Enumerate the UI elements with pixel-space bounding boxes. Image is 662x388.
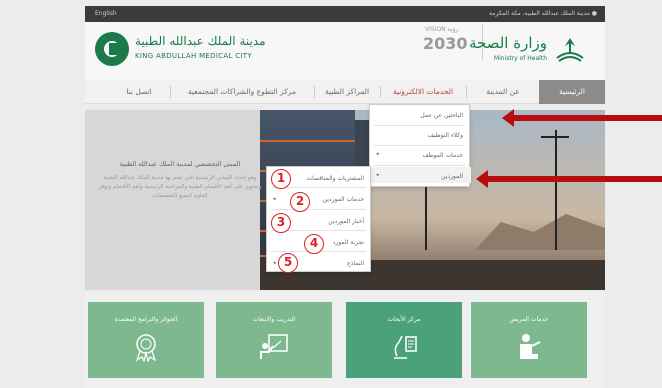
menu-item-suppliers[interactable]: الموردين xyxy=(441,173,463,180)
location-text: ● مدينة الملك عبدالله الطبية، مكة المكرم… xyxy=(489,10,597,17)
nav-home[interactable]: الرئيسية xyxy=(539,80,605,104)
menu-item-employee-services[interactable]: خدمات الموظف xyxy=(422,152,463,159)
nav-medical-centers[interactable]: المراكز الطبية xyxy=(315,80,379,104)
slider-dots[interactable] xyxy=(543,284,583,287)
chevron-left-icon: ◂ xyxy=(376,151,379,157)
annotation-number-5: 5 xyxy=(278,253,298,273)
training-board-icon xyxy=(260,334,288,359)
top-bar: English ● مدينة الملك عبدالله الطبية، مك… xyxy=(85,6,605,22)
submenu-item-procurement[interactable]: المشتريات والمناقصات xyxy=(306,175,364,182)
main-nav: الرئيسية عن المدينة الخدمات الالكترونية … xyxy=(85,80,605,104)
nav-about[interactable]: عن المدينة xyxy=(467,80,539,104)
submenu-item-supplier-experience[interactable]: تجربة المورد xyxy=(333,239,364,246)
language-link[interactable]: English xyxy=(95,10,117,17)
tile-patient-services[interactable]: خدمات المريض xyxy=(471,302,587,378)
annotation-number-2: 2 xyxy=(290,192,310,212)
tile-label: مركز الأبحاث xyxy=(387,316,421,323)
menu-item-job-seekers[interactable]: الباحثين عن عمل xyxy=(420,112,463,119)
submenu-item-supplier-services[interactable]: خدمات الموردين xyxy=(323,196,364,203)
tile-label: خدمات المريض xyxy=(509,316,549,323)
submenu-item-forms[interactable]: النماذج xyxy=(347,260,364,267)
hero-caption: المبنى التخصصي لمدينة الملك عبدالله الطب… xyxy=(95,160,265,201)
chevron-left-icon: ◂ xyxy=(273,260,276,266)
annotation-number-1: 1 xyxy=(271,169,291,189)
annotation-arrow-job-seekers xyxy=(502,109,662,127)
research-microscope-icon xyxy=(394,335,417,359)
kamc-name-english: KING ABDULLAH MEDICAL CITY xyxy=(135,52,252,60)
moh-logo[interactable]: وزارة الصحة Ministry of Health xyxy=(373,30,593,70)
annotation-arrow-suppliers xyxy=(476,170,662,188)
award-medal-icon xyxy=(135,334,157,362)
hero-title: المبنى التخصصي لمدينة الملك عبدالله الطب… xyxy=(119,160,241,168)
menu-item-recruiters[interactable]: وكلاء التوظيف xyxy=(428,132,463,139)
chevron-left-icon: ◂ xyxy=(273,196,276,202)
annotation-number-4: 4 xyxy=(304,234,324,254)
tile-label: التدريب والابتعاث xyxy=(252,316,296,323)
tile-training[interactable]: التدريب والابتعاث xyxy=(216,302,332,378)
moh-emblem-icon xyxy=(556,38,584,62)
e-services-dropdown: الباحثين عن عمل وكلاء التوظيف ◂ خدمات ال… xyxy=(369,104,471,187)
location-label: مدينة الملك عبدالله الطبية، مكة المكرمة xyxy=(489,10,590,17)
moh-name-arabic: وزارة الصحة xyxy=(469,34,547,52)
site-header: مدينة الملك عبدالله الطبية KING ABDULLAH… xyxy=(85,22,605,80)
hero-description: وهو إحدى المباني الرئيسية التي تضم بها م… xyxy=(98,175,262,199)
kamc-logo[interactable]: مدينة الملك عبدالله الطبية KING ABDULLAH… xyxy=(95,32,295,68)
chevron-left-icon: ◂ xyxy=(376,172,379,178)
kamc-emblem-icon xyxy=(95,32,129,66)
tile-awards[interactable]: الجوائز والبرامج المعتمدة xyxy=(88,302,204,378)
nav-volunteering[interactable]: مركز التطوع والشراكات المجتمعية xyxy=(171,80,313,104)
nav-contact[interactable]: اتصل بنا xyxy=(109,80,169,104)
submenu-item-supplier-news[interactable]: أخبار الموردين xyxy=(328,218,364,225)
moh-name-english: Ministry of Health xyxy=(493,55,547,62)
kamc-name-arabic: مدينة الملك عبدالله الطبية xyxy=(135,34,266,48)
tile-research-center[interactable]: مركز الأبحاث xyxy=(346,302,462,378)
annotation-number-3: 3 xyxy=(271,213,291,233)
tile-label: الجوائز والبرامج المعتمدة xyxy=(114,316,178,323)
patient-care-icon xyxy=(520,334,541,359)
page: English ● مدينة الملك عبدالله الطبية، مك… xyxy=(0,0,662,388)
nav-e-services[interactable]: الخدمات الالكترونية xyxy=(381,80,465,104)
